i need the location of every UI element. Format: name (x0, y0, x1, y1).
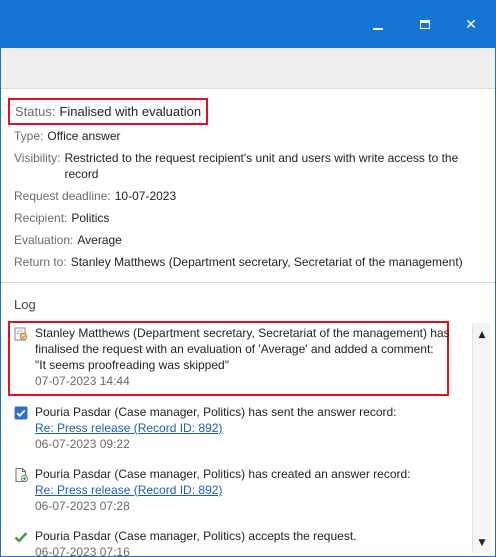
request-details: Status: Finalised with evaluation Type: … (1, 89, 495, 287)
status-label: Status: (15, 104, 56, 119)
log-heading: Log (14, 297, 36, 312)
section-divider (1, 282, 495, 283)
deadline-field: Request deadline: 10-07-2023 (14, 188, 176, 204)
evaluation-label: Evaluation: (14, 233, 74, 247)
return-to-label: Return to: (14, 255, 67, 269)
log-entry-text: Pouria Pasdar (Case manager, Politics) h… (35, 466, 411, 514)
type-value: Office answer (47, 129, 121, 143)
recipient-field: Recipient: Politics (14, 210, 109, 226)
recipient-label: Recipient: (14, 211, 68, 225)
maximize-icon (420, 20, 430, 29)
log-entry-line: Pouria Pasdar (Case manager, Politics) a… (35, 529, 357, 543)
log-entry-date: 07-07-2023 14:44 (35, 374, 130, 388)
visibility-value: Restricted to the request recipient's un… (64, 151, 459, 181)
evaluation-field: Evaluation: Average (14, 232, 122, 248)
deadline-label: Request deadline: (14, 189, 111, 203)
status-value: Finalised with evaluation (59, 104, 202, 119)
return-to-value: Stanley Matthews (Department secretary, … (70, 255, 463, 269)
return-to-field: Return to: Stanley Matthews (Department … (14, 254, 463, 270)
checkbox-checked-icon (14, 406, 28, 420)
log-entry-text: Pouria Pasdar (Case manager, Politics) h… (35, 404, 397, 452)
document-add-icon (15, 468, 28, 482)
visibility-field: Visibility: Restricted to the request re… (14, 150, 464, 182)
deadline-value: 10-07-2023 (114, 189, 177, 203)
log-scrollbar[interactable]: ▲ ▼ (472, 323, 490, 553)
type-label: Type: (14, 129, 44, 143)
recipient-value: Politics (71, 211, 110, 225)
checkmark-icon (14, 532, 28, 543)
log-entry-date: 06-07-2023 07:16 (35, 545, 130, 557)
dialog-window: ✕ Status: Finalised with evaluation Type… (0, 0, 496, 557)
minimize-icon (373, 27, 383, 30)
record-link[interactable]: Re: Press release (Record ID: 892) (35, 482, 411, 498)
log-entry-date: 06-07-2023 09:22 (35, 437, 130, 451)
maximize-button[interactable] (402, 1, 448, 48)
log-entry-line: Pouria Pasdar (Case manager, Politics) h… (35, 467, 411, 481)
log-list: Stanley Matthews (Department secretary, … (1, 317, 495, 557)
scroll-down-icon[interactable]: ▼ (476, 537, 488, 549)
log-entry-text: Pouria Pasdar (Case manager, Politics) a… (35, 528, 357, 557)
log-entry-date: 06-07-2023 07:28 (35, 499, 130, 513)
title-bar: ✕ (1, 1, 495, 48)
evaluation-value: Average (77, 233, 122, 247)
scroll-up-icon[interactable]: ▲ (476, 329, 488, 341)
toolbar (1, 48, 495, 89)
type-field: Type: Office answer (14, 128, 121, 144)
minimize-button[interactable] (355, 1, 401, 48)
log-entry-line: Pouria Pasdar (Case manager, Politics) h… (35, 405, 397, 419)
log-entry-line: "It seems proofreading was skipped" (35, 358, 229, 372)
log-entry-line: Stanley Matthews (Department secretary, … (35, 326, 450, 340)
close-button[interactable]: ✕ (448, 1, 494, 48)
visibility-label: Visibility: (14, 151, 61, 165)
log-entry-text: Stanley Matthews (Department secretary, … (35, 325, 450, 389)
status-field: Status: Finalised with evaluation (8, 98, 209, 125)
record-link[interactable]: Re: Press release (Record ID: 892) (35, 420, 397, 436)
close-icon: ✕ (465, 16, 477, 33)
request-finalised-icon (14, 327, 28, 341)
log-entry-line: finalised the request with an evaluation… (35, 342, 434, 356)
